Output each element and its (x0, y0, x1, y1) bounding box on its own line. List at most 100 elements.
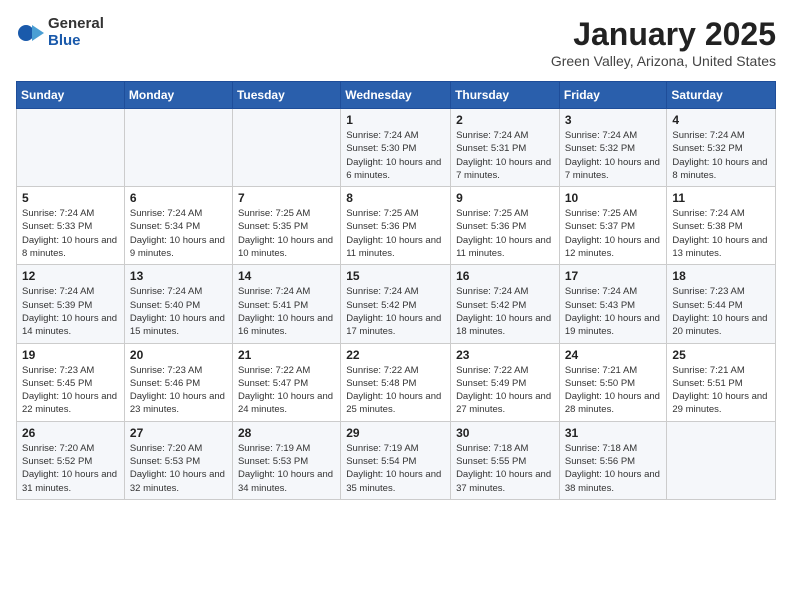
day-number: 28 (238, 426, 335, 440)
day-number: 13 (130, 269, 227, 283)
week-row-3: 19Sunrise: 7:23 AMSunset: 5:45 PMDayligh… (17, 343, 776, 421)
calendar-cell: 29Sunrise: 7:19 AMSunset: 5:54 PMDayligh… (341, 421, 451, 499)
title-block: January 2025 Green Valley, Arizona, Unit… (551, 16, 776, 69)
calendar-cell (232, 109, 340, 187)
calendar-cell: 15 Sunrise: 7:24 AMSunset: 5:42 PMDayligh… (341, 265, 451, 343)
day-info: Sunrise: 7:22 AMSunset: 5:48 PMDaylight:… (346, 364, 445, 417)
day-number: 4 (672, 113, 770, 127)
day-number: 2 (456, 113, 554, 127)
calendar-cell: 31Sunrise: 7:18 AMSunset: 5:56 PMDayligh… (559, 421, 667, 499)
calendar-cell: 28Sunrise: 7:19 AMSunset: 5:53 PMDayligh… (232, 421, 340, 499)
calendar-cell: 18 Sunrise: 7:23 AMSunset: 5:44 PMDayligh… (667, 265, 776, 343)
calendar-cell: 14 Sunrise: 7:24 AMSunset: 5:41 PMDayligh… (232, 265, 340, 343)
day-info: Sunrise: 7:23 AMSunset: 5:46 PMDaylight:… (130, 364, 227, 417)
day-info: Sunrise: 7:24 AMSunset: 5:42 PMDaylight:… (456, 285, 554, 338)
day-info: Sunrise: 7:21 AMSunset: 5:51 PMDaylight:… (672, 364, 770, 417)
day-number: 26 (22, 426, 119, 440)
day-number: 18 (672, 269, 770, 283)
day-info: Sunrise: 7:24 AMSunset: 5:42 PMDaylight:… (346, 285, 445, 338)
day-number: 21 (238, 348, 335, 362)
day-info: Sunrise: 7:21 AMSunset: 5:50 PMDaylight:… (565, 364, 662, 417)
day-info: Sunrise: 7:24 AMSunset: 5:40 PMDaylight:… (130, 285, 227, 338)
week-row-1: 5 Sunrise: 7:24 AMSunset: 5:33 PMDaylight… (17, 187, 776, 265)
calendar-subtitle: Green Valley, Arizona, United States (551, 53, 776, 69)
day-number: 11 (672, 191, 770, 205)
weekday-header-monday: Monday (124, 82, 232, 109)
day-info: Sunrise: 7:23 AMSunset: 5:44 PMDaylight:… (672, 285, 770, 338)
calendar-cell (17, 109, 125, 187)
weekday-header-thursday: Thursday (451, 82, 560, 109)
calendar-cell: 9 Sunrise: 7:25 AMSunset: 5:36 PMDaylight… (451, 187, 560, 265)
day-info: Sunrise: 7:25 AMSunset: 5:36 PMDaylight:… (346, 207, 445, 260)
logo: General Blue (16, 16, 104, 49)
logo-icon (16, 19, 44, 47)
day-info: Sunrise: 7:20 AMSunset: 5:53 PMDaylight:… (130, 442, 227, 495)
weekday-header-tuesday: Tuesday (232, 82, 340, 109)
calendar-cell: 5 Sunrise: 7:24 AMSunset: 5:33 PMDaylight… (17, 187, 125, 265)
day-number: 31 (565, 426, 662, 440)
calendar-cell: 19Sunrise: 7:23 AMSunset: 5:45 PMDayligh… (17, 343, 125, 421)
day-number: 5 (22, 191, 119, 205)
calendar-cell: 26Sunrise: 7:20 AMSunset: 5:52 PMDayligh… (17, 421, 125, 499)
calendar-cell: 20 Sunrise: 7:23 AMSunset: 5:46 PMDayligh… (124, 343, 232, 421)
day-number: 12 (22, 269, 119, 283)
week-row-4: 26Sunrise: 7:20 AMSunset: 5:52 PMDayligh… (17, 421, 776, 499)
calendar-cell: 23 Sunrise: 7:22 AMSunset: 5:49 PMDayligh… (451, 343, 560, 421)
calendar-cell: 17 Sunrise: 7:24 AMSunset: 5:43 PMDayligh… (559, 265, 667, 343)
day-number: 19 (22, 348, 119, 362)
calendar-table: SundayMondayTuesdayWednesdayThursdayFrid… (16, 81, 776, 500)
day-info: Sunrise: 7:22 AMSunset: 5:47 PMDaylight:… (238, 364, 335, 417)
day-number: 30 (456, 426, 554, 440)
day-info: Sunrise: 7:18 AMSunset: 5:55 PMDaylight:… (456, 442, 554, 495)
calendar-cell: 2 Sunrise: 7:24 AMSunset: 5:31 PMDaylight… (451, 109, 560, 187)
day-number: 27 (130, 426, 227, 440)
day-number: 17 (565, 269, 662, 283)
page-header: General Blue January 2025 Green Valley, … (16, 16, 776, 69)
calendar-cell: 27 Sunrise: 7:20 AMSunset: 5:53 PMDayligh… (124, 421, 232, 499)
day-info: Sunrise: 7:24 AMSunset: 5:39 PMDaylight:… (22, 285, 119, 338)
day-number: 8 (346, 191, 445, 205)
day-number: 10 (565, 191, 662, 205)
calendar-cell: 8 Sunrise: 7:25 AMSunset: 5:36 PMDaylight… (341, 187, 451, 265)
calendar-title: January 2025 (551, 16, 776, 53)
weekday-header-row: SundayMondayTuesdayWednesdayThursdayFrid… (17, 82, 776, 109)
day-info: Sunrise: 7:24 AMSunset: 5:41 PMDaylight:… (238, 285, 335, 338)
weekday-header-friday: Friday (559, 82, 667, 109)
calendar-cell: 24 Sunrise: 7:21 AMSunset: 5:50 PMDayligh… (559, 343, 667, 421)
day-info: Sunrise: 7:19 AMSunset: 5:54 PMDaylight:… (346, 442, 445, 495)
logo-text: General Blue (48, 16, 104, 49)
day-number: 14 (238, 269, 335, 283)
day-number: 1 (346, 113, 445, 127)
calendar-cell: 7 Sunrise: 7:25 AMSunset: 5:35 PMDaylight… (232, 187, 340, 265)
logo-blue-text: Blue (48, 33, 104, 50)
day-number: 22 (346, 348, 445, 362)
calendar-cell: 10 Sunrise: 7:25 AMSunset: 5:37 PMDayligh… (559, 187, 667, 265)
calendar-cell: 21 Sunrise: 7:22 AMSunset: 5:47 PMDayligh… (232, 343, 340, 421)
day-info: Sunrise: 7:24 AMSunset: 5:43 PMDaylight:… (565, 285, 662, 338)
calendar-cell: 16Sunrise: 7:24 AMSunset: 5:42 PMDayligh… (451, 265, 560, 343)
day-info: Sunrise: 7:25 AMSunset: 5:37 PMDaylight:… (565, 207, 662, 260)
day-info: Sunrise: 7:22 AMSunset: 5:49 PMDaylight:… (456, 364, 554, 417)
day-info: Sunrise: 7:24 AMSunset: 5:34 PMDaylight:… (130, 207, 227, 260)
day-info: Sunrise: 7:24 AMSunset: 5:33 PMDaylight:… (22, 207, 119, 260)
day-info: Sunrise: 7:24 AMSunset: 5:31 PMDaylight:… (456, 129, 554, 182)
day-number: 24 (565, 348, 662, 362)
week-row-0: 1 Sunrise: 7:24 AMSunset: 5:30 PMDaylight… (17, 109, 776, 187)
day-number: 7 (238, 191, 335, 205)
day-number: 3 (565, 113, 662, 127)
calendar-cell: 25Sunrise: 7:21 AMSunset: 5:51 PMDayligh… (667, 343, 776, 421)
day-info: Sunrise: 7:25 AMSunset: 5:36 PMDaylight:… (456, 207, 554, 260)
day-info: Sunrise: 7:25 AMSunset: 5:35 PMDaylight:… (238, 207, 335, 260)
logo-general-text: General (48, 16, 104, 33)
week-row-2: 12 Sunrise: 7:24 AMSunset: 5:39 PMDayligh… (17, 265, 776, 343)
day-number: 23 (456, 348, 554, 362)
calendar-cell: 4Sunrise: 7:24 AMSunset: 5:32 PMDaylight… (667, 109, 776, 187)
day-info: Sunrise: 7:24 AMSunset: 5:32 PMDaylight:… (565, 129, 662, 182)
day-info: Sunrise: 7:24 AMSunset: 5:30 PMDaylight:… (346, 129, 445, 182)
day-number: 15 (346, 269, 445, 283)
calendar-cell: 11 Sunrise: 7:24 AMSunset: 5:38 PMDayligh… (667, 187, 776, 265)
day-info: Sunrise: 7:24 AMSunset: 5:38 PMDaylight:… (672, 207, 770, 260)
calendar-cell (124, 109, 232, 187)
day-number: 20 (130, 348, 227, 362)
day-number: 9 (456, 191, 554, 205)
